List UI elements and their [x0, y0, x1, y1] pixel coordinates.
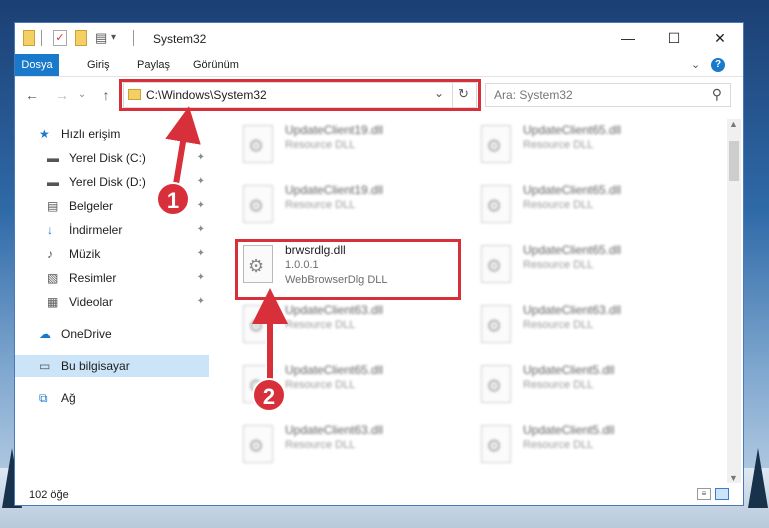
callout-2: 2	[252, 378, 286, 412]
callout-1: 1	[156, 182, 190, 216]
annotation-arrows	[165, 106, 288, 380]
